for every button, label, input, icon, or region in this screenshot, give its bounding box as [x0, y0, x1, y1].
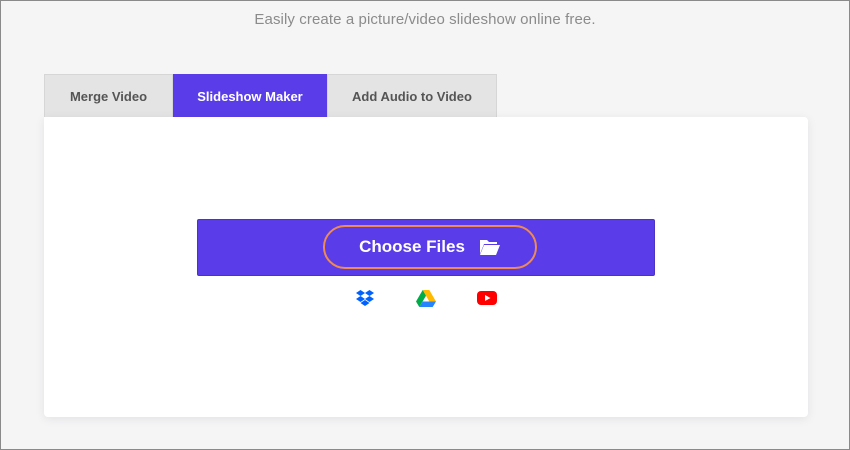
tool-tabs: Merge Video Slideshow Maker Add Audio to…	[44, 74, 497, 118]
folder-open-icon	[479, 238, 501, 256]
dropbox-icon[interactable]	[355, 289, 375, 307]
choose-files-highlight: Choose Files	[323, 225, 537, 269]
tab-add-audio-to-video[interactable]: Add Audio to Video	[327, 74, 497, 118]
upload-panel: Choose Files	[44, 117, 808, 417]
choose-files-label: Choose Files	[359, 237, 465, 256]
app-window: Easily create a picture/video slideshow …	[0, 0, 850, 450]
tab-slideshow-maker[interactable]: Slideshow Maker	[173, 74, 327, 118]
google-drive-icon[interactable]	[416, 289, 436, 307]
cloud-sources	[44, 289, 808, 307]
youtube-icon[interactable]	[477, 289, 497, 307]
page-subtitle: Easily create a picture/video slideshow …	[254, 11, 596, 28]
choose-files-button[interactable]: Choose Files	[197, 219, 655, 276]
tab-merge-video[interactable]: Merge Video	[44, 74, 173, 118]
